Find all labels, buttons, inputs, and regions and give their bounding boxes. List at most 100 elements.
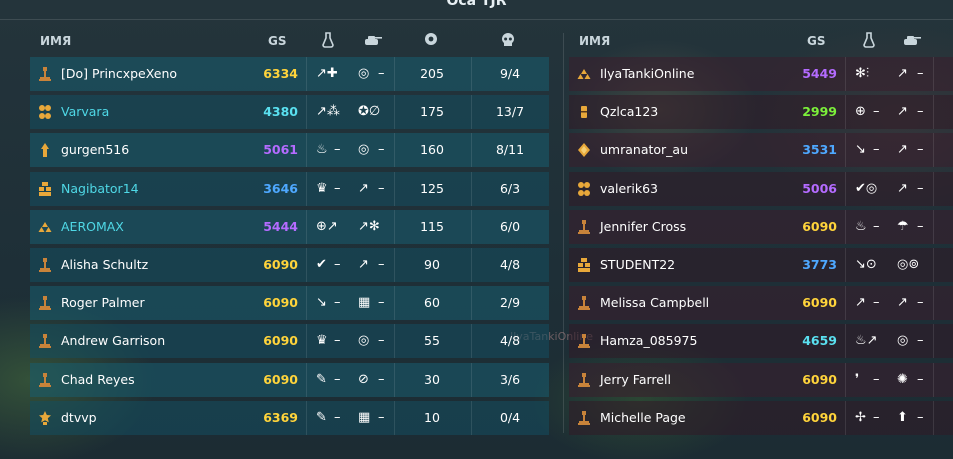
hull-augment-icons: ◎ bbox=[897, 333, 909, 349]
battle-title: Оса TJR bbox=[446, 0, 507, 9]
player-name: Melissa Campbell bbox=[600, 295, 710, 311]
player-row[interactable]: STUDENT22 3773 ↘⊙ ◎⊚ bbox=[569, 247, 953, 282]
player-row[interactable]: [Do] PrincxpeXeno 6334 ↗✚ ◎ – 205 9/4 bbox=[30, 57, 549, 91]
tank-icon bbox=[364, 34, 382, 49]
gear-score: 6334 bbox=[263, 66, 298, 81]
player-row[interactable]: umranator_au 3531 ↘ – ↗ – bbox=[569, 133, 953, 168]
player-score: 160 bbox=[420, 142, 444, 158]
gs-column-header: GS bbox=[268, 33, 287, 48]
empty-slot: – bbox=[873, 409, 880, 425]
divider bbox=[394, 324, 395, 359]
player-name: Roger Palmer bbox=[61, 295, 145, 311]
player-name: [Do] PrincxpeXeno bbox=[61, 66, 178, 81]
turret-augment-icons: ↘ bbox=[316, 295, 327, 311]
divider bbox=[845, 324, 846, 359]
divider bbox=[845, 57, 846, 91]
player-row[interactable]: Qzlca123 2999 ⊕ – ↗ – bbox=[569, 95, 953, 130]
player-name: Andrew Garrison bbox=[61, 333, 166, 349]
flask-icon bbox=[322, 32, 334, 51]
turret-augment-icons: ✢ bbox=[855, 409, 866, 425]
hull-augment-icons: ↗ bbox=[358, 180, 369, 196]
divider bbox=[394, 362, 395, 397]
turret-augment-icons: ❜ bbox=[855, 371, 860, 387]
empty-slot: – bbox=[917, 371, 924, 387]
rank-gold-diamond-icon bbox=[577, 142, 591, 158]
turret-augment-icons: ↗✚ bbox=[316, 66, 338, 81]
player-row[interactable]: Melissa Campbell 6090 ↗ – ↗ – bbox=[569, 286, 953, 321]
divider bbox=[933, 171, 934, 206]
divider bbox=[845, 171, 846, 206]
hull-augment-icons: ⊘ bbox=[358, 371, 369, 387]
kills-deaths: 4/8 bbox=[499, 333, 521, 349]
divider bbox=[933, 247, 934, 282]
player-name: Nagibator14 bbox=[61, 180, 139, 196]
rank-bronze-single-icon bbox=[577, 410, 591, 426]
divider bbox=[933, 95, 934, 130]
gs-column-header: GS bbox=[807, 33, 826, 48]
hull-augment-icons: ↗ bbox=[897, 295, 908, 311]
gear-score: 2999 bbox=[802, 104, 837, 120]
player-name: dtvvp bbox=[61, 409, 97, 425]
divider bbox=[933, 209, 934, 244]
empty-slot: – bbox=[334, 333, 341, 349]
player-score: 125 bbox=[420, 180, 444, 196]
gear-score: 6090 bbox=[263, 333, 298, 349]
gear-score: 6090 bbox=[802, 409, 837, 425]
turret-augment-icons: ✻⫶ bbox=[855, 66, 870, 81]
divider bbox=[394, 247, 395, 282]
gear-score: 6090 bbox=[802, 295, 837, 311]
player-row[interactable]: Michelle Page 6090 ✢ – ⬆ – bbox=[569, 400, 953, 435]
empty-slot: – bbox=[334, 295, 341, 311]
rank-gold-bar-icon bbox=[577, 104, 591, 120]
player-row[interactable]: Nagibator14 3646 ♛ – ↗ –125 6/3 bbox=[30, 171, 549, 206]
turret-augment-icons: ↗⁂ bbox=[316, 104, 340, 120]
turret-augment-icons: ♨ bbox=[855, 218, 867, 234]
player-row[interactable]: Hamza_085975 4659 ♨↗ ◎ – bbox=[569, 324, 953, 359]
player-row[interactable]: Varvara 4380 ↗⁂ ✪∅ 175 13/7 bbox=[30, 95, 549, 130]
player-row[interactable]: Jerry Farrell 6090 ❜ – ✺ – bbox=[569, 362, 953, 397]
gear-score: 6090 bbox=[263, 295, 298, 311]
player-score: 90 bbox=[424, 256, 440, 272]
kills-deaths: 8/11 bbox=[495, 142, 525, 158]
player-row[interactable]: AEROMAX 5444 ⊕↗ ↗✻ 115 6/0 bbox=[30, 209, 549, 244]
divider bbox=[0, 19, 953, 20]
player-row[interactable]: valerik63 5006 ✔◎ ↗ – bbox=[569, 171, 953, 206]
divider bbox=[471, 324, 472, 359]
player-row[interactable]: IlyaTankiOnline 5449 ✻⫶ ↗ – bbox=[569, 57, 953, 91]
gear-score: 3531 bbox=[802, 142, 837, 158]
empty-slot: – bbox=[334, 371, 341, 387]
divider bbox=[471, 362, 472, 397]
tank-icon bbox=[903, 34, 921, 49]
divider bbox=[845, 133, 846, 168]
divider bbox=[845, 95, 846, 130]
player-name: Qzlca123 bbox=[600, 104, 659, 120]
divider bbox=[471, 57, 472, 91]
player-name: Jerry Farrell bbox=[600, 371, 671, 387]
empty-slot: – bbox=[917, 142, 924, 158]
rank-gold-triangle-icon bbox=[38, 219, 52, 235]
player-row[interactable]: Chad Reyes 6090 ✎ – ⊘ –30 3/6 bbox=[30, 362, 549, 397]
rank-bronze-single-icon bbox=[38, 257, 52, 273]
player-row[interactable]: Jennifer Cross 6090 ♨ – ☂ – bbox=[569, 209, 953, 244]
gear-score: 6090 bbox=[802, 371, 837, 387]
divider bbox=[933, 133, 934, 168]
player-row[interactable]: Alisha Schultz 6090 ✔ – ↗ –90 4/8 bbox=[30, 247, 549, 282]
gear-score: 6090 bbox=[802, 218, 837, 234]
divider bbox=[471, 209, 472, 244]
player-row[interactable]: Andrew Garrison 6090 ♛ – ◎ –55 4/8 bbox=[30, 324, 549, 359]
player-row[interactable]: dtvvp 6369 ✎ – ▦ –10 0/4 bbox=[30, 400, 549, 435]
player-name: umranator_au bbox=[600, 142, 689, 158]
rank-gold-star-icon bbox=[38, 410, 52, 426]
divider bbox=[471, 171, 472, 206]
player-row[interactable]: Roger Palmer 6090 ↘ – ▦ –60 2/9 bbox=[30, 286, 549, 321]
gear-score: 6090 bbox=[263, 256, 298, 272]
player-row[interactable]: gurgen516 5061 ♨ – ◎ –160 8/11 bbox=[30, 133, 549, 168]
divider bbox=[845, 400, 846, 435]
rank-bronze-single-icon bbox=[577, 333, 591, 349]
empty-slot: – bbox=[378, 295, 385, 311]
divider bbox=[306, 133, 307, 168]
turret-augment-icons: ✔◎ bbox=[855, 180, 878, 196]
empty-slot: – bbox=[873, 295, 880, 311]
rank-bronze-single-icon bbox=[38, 66, 52, 82]
divider bbox=[306, 247, 307, 282]
